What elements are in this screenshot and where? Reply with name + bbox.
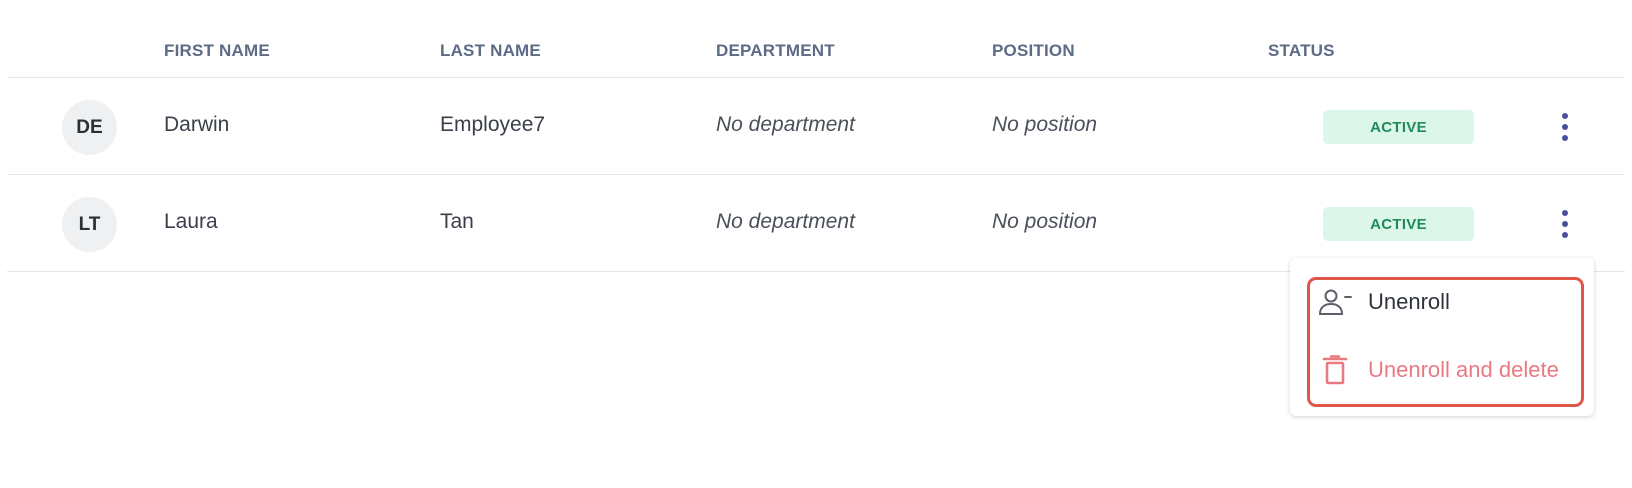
column-header-position[interactable]: POSITION [992, 41, 1075, 61]
column-header-first-name[interactable]: FIRST NAME [164, 41, 270, 61]
status-badge: ACTIVE [1323, 110, 1474, 144]
avatar: DE [62, 100, 117, 155]
last-name-cell: Employee7 [440, 113, 546, 136]
avatar: LT [62, 197, 117, 252]
table-row[interactable]: DE Darwin Employee7 No department No pos… [7, 78, 1625, 175]
row-actions-menu: Unenroll Unenroll and delete [1290, 258, 1594, 416]
column-header-last-name[interactable]: LAST NAME [440, 41, 541, 61]
unenroll-label: Unenroll [1368, 289, 1450, 314]
department-cell: No department [716, 113, 855, 136]
trash-icon [1318, 355, 1352, 385]
user-minus-icon [1318, 288, 1352, 316]
column-header-status[interactable]: STATUS [1268, 41, 1335, 61]
unenroll-and-delete-label: Unenroll and delete [1368, 357, 1559, 382]
unenroll-menu-item[interactable]: Unenroll [1318, 288, 1450, 316]
status-badge: ACTIVE [1323, 207, 1474, 241]
column-header-department[interactable]: DEPARTMENT [716, 41, 835, 61]
department-cell: No department [716, 210, 855, 233]
last-name-cell: Tan [440, 210, 474, 233]
first-name-cell: Darwin [164, 113, 230, 136]
unenroll-and-delete-menu-item[interactable]: Unenroll and delete [1318, 355, 1559, 385]
row-actions-kebab-icon[interactable] [1555, 108, 1575, 146]
row-actions-kebab-icon[interactable] [1555, 205, 1575, 243]
position-cell: No position [992, 210, 1098, 233]
employee-table: FIRST NAME LAST NAME DEPARTMENT POSITION… [7, 0, 1625, 272]
first-name-cell: Laura [164, 210, 218, 233]
table-header: FIRST NAME LAST NAME DEPARTMENT POSITION… [7, 0, 1625, 78]
position-cell: No position [992, 113, 1098, 136]
